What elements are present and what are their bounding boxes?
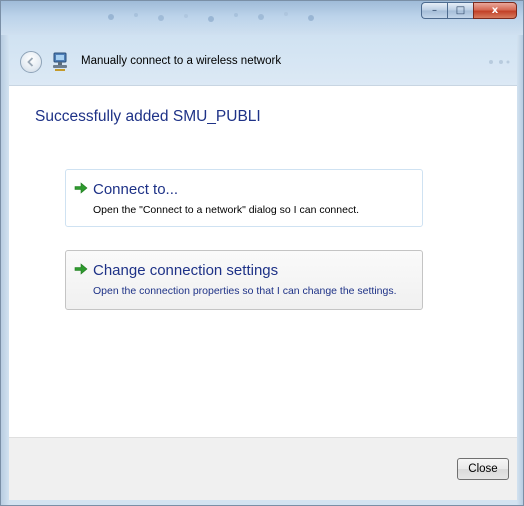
maximize-button[interactable]: □ bbox=[447, 2, 473, 19]
change-connection-settings-title: Change connection settings bbox=[93, 262, 279, 279]
connect-to-option[interactable]: Connect to... Open the "Connect to a net… bbox=[65, 169, 423, 227]
minimize-button[interactable]: – bbox=[421, 2, 447, 19]
green-arrow-icon bbox=[74, 182, 88, 194]
close-icon: x bbox=[491, 5, 499, 16]
close-button[interactable]: Close bbox=[457, 458, 509, 480]
connect-to-title: Connect to... bbox=[93, 181, 179, 198]
title-bar[interactable]: – □ x bbox=[1, 1, 523, 35]
change-connection-settings-option[interactable]: Change connection settings Open the conn… bbox=[65, 250, 423, 310]
window-close-button[interactable]: x bbox=[473, 2, 517, 19]
title-right-decoration bbox=[489, 60, 510, 64]
page-heading: Successfully added SMU_PUBLI bbox=[35, 108, 261, 125]
maximize-icon: □ bbox=[455, 5, 466, 16]
minimize-icon: – bbox=[432, 5, 437, 16]
connect-to-description: Open the "Connect to a network" dialog s… bbox=[93, 204, 360, 216]
dialog-content: Successfully added SMU_PUBLI Connect to.… bbox=[9, 85, 517, 438]
right-frame bbox=[517, 35, 523, 505]
back-button[interactable] bbox=[20, 51, 42, 73]
left-frame bbox=[1, 35, 9, 505]
green-arrow-icon bbox=[74, 263, 88, 275]
dialog-window: – □ x Manually connect to a wireless net… bbox=[0, 0, 524, 506]
title-bar-decoration bbox=[108, 12, 314, 22]
wireless-network-icon bbox=[53, 52, 67, 71]
change-connection-settings-description: Open the connection properties so that I… bbox=[93, 285, 397, 297]
dialog-footer: Close bbox=[9, 437, 517, 500]
window-title: Manually connect to a wireless network bbox=[81, 55, 282, 67]
caption-buttons: – □ x bbox=[421, 2, 517, 19]
back-arrow-icon bbox=[27, 57, 34, 67]
navigation-bar: Manually connect to a wireless network bbox=[1, 35, 523, 85]
